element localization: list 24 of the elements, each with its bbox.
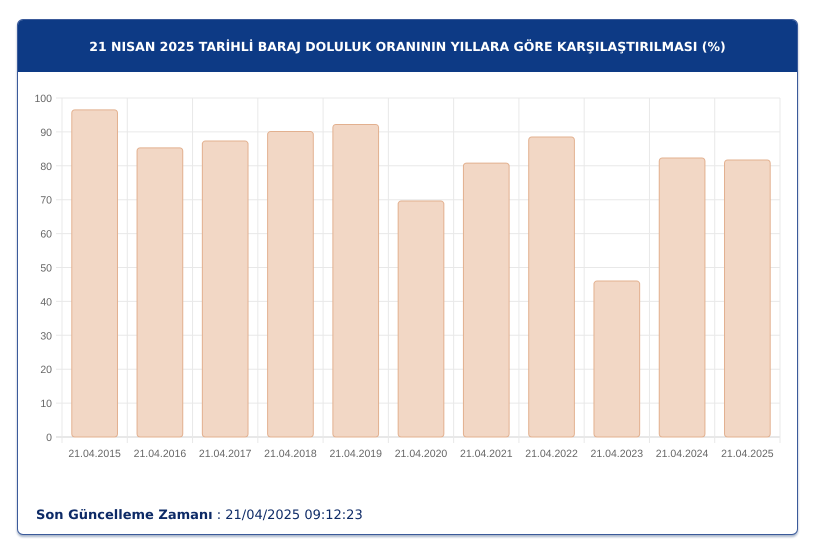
x-axis-label: 21.04.2019 xyxy=(329,448,382,460)
x-axis-label: 21.04.2023 xyxy=(590,448,644,460)
x-axis-label: 21.04.2024 xyxy=(656,448,708,460)
chart-title: 21 NISAN 2025 TARİHLİ BARAJ DOLULUK ORANININ YILLARA GÖRE KARŞILAŞTIRILMASI (%) xyxy=(89,38,726,54)
x-axis-label: 21.04.2021 xyxy=(460,448,513,460)
y-axis-label: 80 xyxy=(40,160,52,173)
y-axis-label: 40 xyxy=(40,296,52,308)
x-axis-label: 21.04.2016 xyxy=(134,448,186,460)
y-axis-label: 50 xyxy=(40,262,52,274)
y-axis-label: 60 xyxy=(40,228,52,241)
y-axis-label: 90 xyxy=(40,126,52,139)
last-update-text: Son Güncelleme Zamanı : 21/04/2025 09:12:23 xyxy=(36,508,363,523)
x-axis-label: 21.04.2025 xyxy=(721,448,774,460)
y-axis-label: 70 xyxy=(40,194,52,207)
y-axis-label: 10 xyxy=(40,398,52,410)
x-axis-label: 21.04.2017 xyxy=(198,448,252,460)
x-axis-label: 21.04.2022 xyxy=(525,448,578,460)
x-axis-label: 21.04.2015 xyxy=(68,448,121,460)
y-axis-label: 0 xyxy=(46,432,52,444)
y-axis-label: 30 xyxy=(40,330,52,342)
x-axis-label: 21.04.2020 xyxy=(394,448,448,460)
y-axis-label: 20 xyxy=(40,364,52,376)
y-axis-label: 100 xyxy=(34,93,52,105)
x-axis-label: 21.04.2018 xyxy=(264,448,317,460)
